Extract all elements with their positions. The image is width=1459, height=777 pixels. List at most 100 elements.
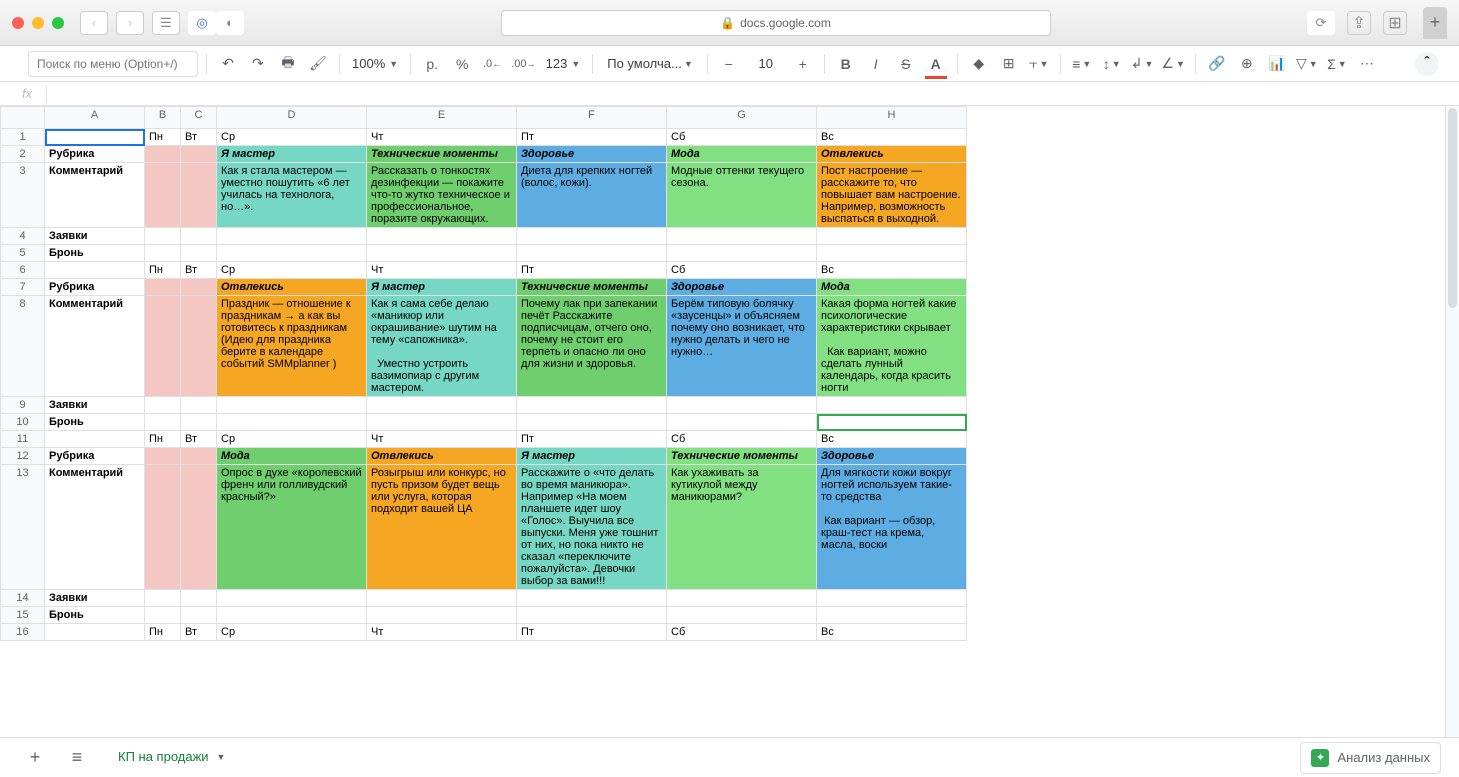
cell[interactable]: Розыгрыш или конкурс, но пусть призом бу… xyxy=(367,465,517,590)
cell[interactable] xyxy=(145,245,181,262)
cell[interactable] xyxy=(145,163,181,228)
cell[interactable]: Отвлекись xyxy=(367,448,517,465)
cell[interactable]: Сб xyxy=(667,624,817,641)
reader-icon[interactable]: ◐ xyxy=(216,11,244,35)
print-button[interactable]: 🖶 xyxy=(275,51,301,77)
vertical-scrollbar[interactable] xyxy=(1445,106,1459,737)
cell[interactable]: Мода xyxy=(817,279,967,296)
cell[interactable] xyxy=(667,590,817,607)
cell[interactable]: Сб xyxy=(667,431,817,448)
wrap-button[interactable]: ↲▼ xyxy=(1129,51,1156,77)
cell[interactable] xyxy=(667,245,817,262)
cell[interactable]: Рубрика xyxy=(45,146,145,163)
cell[interactable] xyxy=(181,414,217,431)
tab-menu-icon[interactable]: ▼ xyxy=(217,752,226,762)
cell[interactable]: Ср xyxy=(217,431,367,448)
cell[interactable]: Вс xyxy=(817,262,967,279)
cell[interactable]: Сб xyxy=(667,262,817,279)
cell[interactable] xyxy=(181,279,217,296)
borders-button[interactable]: ⊞ xyxy=(996,51,1022,77)
link-button[interactable]: 🔗 xyxy=(1204,51,1230,77)
font-size-plus[interactable]: + xyxy=(790,51,816,77)
cell[interactable] xyxy=(517,607,667,624)
cell[interactable]: Пн xyxy=(145,624,181,641)
all-sheets-button[interactable]: ≡ xyxy=(62,743,92,773)
cell[interactable] xyxy=(517,228,667,245)
cell[interactable] xyxy=(217,414,367,431)
chart-button[interactable]: 📊 xyxy=(1264,51,1290,77)
cell[interactable] xyxy=(817,228,967,245)
h-align-button[interactable]: ≡▼ xyxy=(1069,51,1095,77)
cell[interactable]: Пн xyxy=(145,129,181,146)
column-header-F[interactable]: F xyxy=(517,107,667,129)
cell[interactable] xyxy=(517,245,667,262)
row-header-11[interactable]: 11 xyxy=(1,431,45,448)
cell[interactable]: Я мастер xyxy=(217,146,367,163)
cell[interactable]: Вт xyxy=(181,431,217,448)
increase-decimals-button[interactable]: .00→ xyxy=(509,51,537,77)
row-header-9[interactable]: 9 xyxy=(1,397,45,414)
cell[interactable]: Пт xyxy=(517,262,667,279)
cell[interactable] xyxy=(145,279,181,296)
strikethrough-button[interactable]: S xyxy=(893,51,919,77)
cell[interactable]: Комментарий xyxy=(45,465,145,590)
sidebar-button[interactable]: ☰ xyxy=(152,11,180,35)
cell[interactable] xyxy=(367,397,517,414)
cell[interactable]: Для мягкости кожи вокруг ногтей использу… xyxy=(817,465,967,590)
cell[interactable]: Заявки xyxy=(45,590,145,607)
collapse-toolbar-button[interactable]: ˆ xyxy=(1415,52,1439,76)
cell[interactable] xyxy=(45,129,145,146)
cell[interactable]: Модные оттенки текущего сезона. xyxy=(667,163,817,228)
row-header-12[interactable]: 12 xyxy=(1,448,45,465)
cell[interactable]: Чт xyxy=(367,262,517,279)
cell[interactable] xyxy=(181,245,217,262)
row-header-8[interactable]: 8 xyxy=(1,296,45,397)
cell[interactable] xyxy=(667,607,817,624)
cell[interactable]: Пт xyxy=(517,431,667,448)
cell[interactable]: Ср xyxy=(217,262,367,279)
cell[interactable]: Пт xyxy=(517,624,667,641)
cell[interactable] xyxy=(145,146,181,163)
cell[interactable]: Праздник — отношение к праздникам → а ка… xyxy=(217,296,367,397)
cell[interactable]: Как ухаживать за кутикулой между маникюр… xyxy=(667,465,817,590)
row-header-14[interactable]: 14 xyxy=(1,590,45,607)
cell[interactable]: Ср xyxy=(217,624,367,641)
cell[interactable] xyxy=(517,590,667,607)
redo-button[interactable]: ↷ xyxy=(245,51,271,77)
cell[interactable] xyxy=(45,262,145,279)
tabs-button[interactable]: ⊞ xyxy=(1383,11,1407,35)
cell[interactable]: Рассказать о тонкостях дезинфекции — пок… xyxy=(367,163,517,228)
cell[interactable]: Вс xyxy=(817,624,967,641)
italic-button[interactable]: I xyxy=(863,51,889,77)
paint-format-button[interactable]: 🖌 xyxy=(305,51,331,77)
shield-icon[interactable]: ◎ xyxy=(188,11,216,35)
cell[interactable]: Рубрика xyxy=(45,448,145,465)
reload-button[interactable]: ⟳ xyxy=(1307,11,1335,35)
spreadsheet-grid[interactable]: ABCDEFGH1ПнВтСрЧтПтСбВс2РубрикаЯ мастерТ… xyxy=(0,106,1459,737)
cell[interactable]: Технические моменты xyxy=(367,146,517,163)
cell[interactable]: Бронь xyxy=(45,607,145,624)
share-button[interactable]: ⇪ xyxy=(1347,11,1371,35)
cell[interactable] xyxy=(181,607,217,624)
cell[interactable]: Пн xyxy=(145,431,181,448)
new-tab-button[interactable]: + xyxy=(1423,7,1447,39)
cell[interactable] xyxy=(145,296,181,397)
cell[interactable]: Расскажите о «что делать во время маникю… xyxy=(517,465,667,590)
cell[interactable] xyxy=(181,397,217,414)
cell[interactable]: Заявки xyxy=(45,228,145,245)
cell[interactable]: Здоровье xyxy=(517,146,667,163)
menu-search-input[interactable] xyxy=(28,51,198,77)
minimize-window[interactable] xyxy=(32,17,44,29)
cell[interactable] xyxy=(181,296,217,397)
column-header-C[interactable]: C xyxy=(181,107,217,129)
cell[interactable]: Пост настроение — расскажите то, что пов… xyxy=(817,163,967,228)
cell[interactable] xyxy=(45,624,145,641)
cell[interactable]: Здоровье xyxy=(667,279,817,296)
address-bar[interactable]: 🔒 docs.google.com xyxy=(501,10,1051,36)
cell[interactable] xyxy=(145,228,181,245)
zoom-select[interactable]: 100%▼ xyxy=(348,56,402,71)
cell[interactable] xyxy=(817,590,967,607)
cell[interactable] xyxy=(217,397,367,414)
cell[interactable] xyxy=(367,245,517,262)
row-header-2[interactable]: 2 xyxy=(1,146,45,163)
